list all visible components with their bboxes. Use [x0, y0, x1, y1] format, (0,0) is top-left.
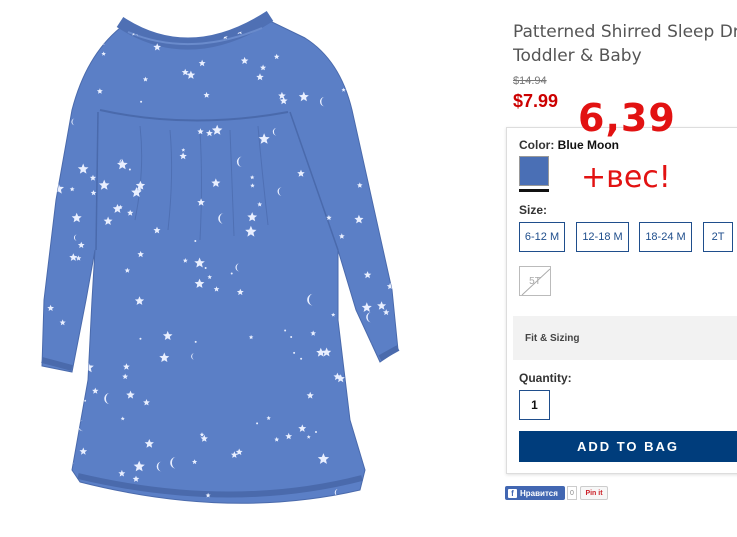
star-print: [42, 101, 53, 113]
star-print: [38, 252, 42, 256]
star-print: [361, 360, 372, 371]
moon-print: [386, 56, 391, 64]
sale-price: $7.99: [513, 91, 559, 111]
size-option-5t-unavailable[interactable]: 5T: [519, 266, 551, 296]
sleep-dress-illustration: [38, 10, 400, 504]
size-option-12-18m[interactable]: 12-18 M: [576, 222, 629, 252]
star-print: [42, 26, 50, 35]
star-print: [42, 60, 48, 71]
dot-print: [54, 396, 57, 399]
star-print: [276, 20, 286, 25]
star-print: [378, 20, 386, 24]
moon-print: [45, 44, 50, 54]
handwritten-weight-note: +вес!: [581, 160, 671, 195]
star-print: [349, 94, 360, 105]
color-label-text: Color:: [519, 138, 555, 152]
star-print: [292, 24, 297, 29]
star-print: [383, 72, 395, 83]
star-print: [364, 24, 374, 33]
dot-print: [230, 272, 233, 275]
dot-print: [194, 240, 197, 243]
dot-print: [293, 351, 296, 354]
product-title: Patterned Shirred Sleep Dr Toddler & Bab…: [513, 20, 737, 68]
star-print: [66, 49, 73, 56]
color-selected-value: Blue Moon: [557, 138, 619, 152]
dot-print: [194, 340, 197, 343]
pinterest-pin-button[interactable]: Pin it: [580, 486, 608, 500]
star-print: [42, 78, 50, 86]
facebook-icon: f: [508, 488, 517, 498]
quantity-input[interactable]: 1: [519, 390, 550, 420]
dot-print: [140, 100, 143, 103]
size-option-6-12m[interactable]: 6-12 M: [519, 222, 565, 252]
dot-print: [290, 335, 293, 338]
dot-print: [380, 202, 383, 205]
star-print: [357, 125, 367, 134]
size-option-2t[interactable]: 2T: [703, 222, 733, 252]
color-label: Color: Blue Moon: [519, 138, 619, 152]
add-to-bag-button[interactable]: ADD TO BAG: [519, 431, 737, 462]
product-title-line1: Patterned Shirred Sleep Dr: [513, 22, 737, 42]
moon-print: [368, 428, 374, 438]
product-image: [0, 0, 497, 537]
facebook-like-count: 0: [567, 486, 577, 500]
handwritten-price-note: 6,39: [578, 96, 676, 140]
facebook-like-button[interactable]: f Нравится: [505, 486, 565, 500]
fit-sizing-toggle[interactable]: Fit & Sizing: [513, 316, 737, 360]
star-print: [340, 63, 345, 67]
star-print: [42, 378, 48, 387]
unavailable-strike-icon: [521, 268, 550, 295]
quantity-label: Quantity:: [519, 371, 572, 385]
color-swatch-blue-moon[interactable]: [519, 156, 549, 186]
fit-sizing-label: Fit & Sizing: [525, 332, 580, 344]
original-price: $14.94: [513, 75, 547, 87]
swatch-selected-indicator: [519, 189, 549, 192]
dot-print: [300, 357, 303, 360]
size-label: Size:: [519, 203, 548, 217]
dot-print: [386, 402, 389, 405]
star-print: [354, 363, 361, 370]
dot-print: [128, 168, 131, 171]
star-print: [97, 20, 102, 23]
size-option-18-24m[interactable]: 18-24 M: [639, 222, 692, 252]
facebook-like-label: Нравится: [520, 488, 558, 498]
dot-print: [204, 266, 207, 269]
product-title-line2: Toddler & Baby: [513, 46, 642, 66]
dot-print: [256, 422, 259, 425]
star-print: [389, 141, 398, 152]
moon-print: [393, 422, 398, 432]
dot-print: [139, 337, 142, 340]
dot-print: [314, 431, 317, 434]
star-print: [59, 75, 69, 84]
star-print: [64, 24, 75, 35]
dot-print: [284, 329, 287, 332]
dot-print: [152, 29, 155, 32]
